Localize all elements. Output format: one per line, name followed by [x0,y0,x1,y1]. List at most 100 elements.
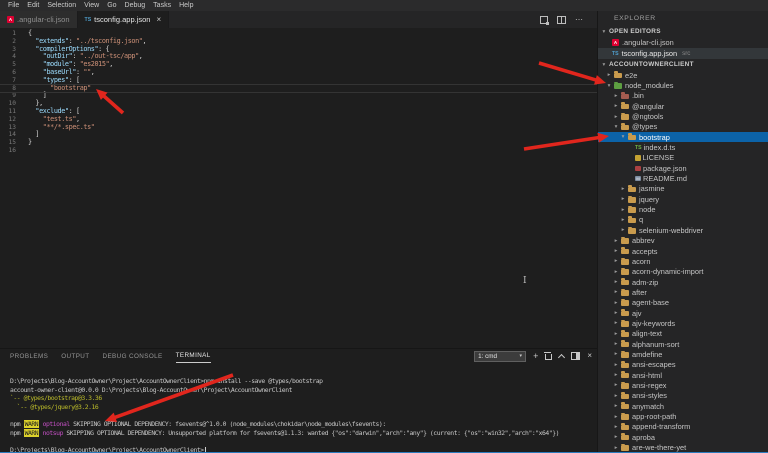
new-terminal-icon[interactable]: + [533,352,538,361]
open-editor-detail: src [682,50,690,57]
open-editor-angular-cli-json[interactable]: A.angular-cli.json [598,37,768,48]
terminal-line: npm WARN optional SKIPPING OPTIONAL DEPE… [10,420,597,429]
tree-item-label: append-transform [632,422,690,431]
code-line: 14 ] [0,131,597,139]
open-preview-icon[interactable] [540,16,548,24]
tree-item-package-json[interactable]: package.json [598,163,768,173]
menu-item-tasks[interactable]: Tasks [149,0,175,11]
tree-item-accepts[interactable]: ▸accepts [598,246,768,256]
tree-item-ansi-styles[interactable]: ▸ansi-styles [598,391,768,401]
tree-item-app-root-path[interactable]: ▸app-root-path [598,411,768,421]
tree-item-angular[interactable]: ▸@angular [598,101,768,111]
line-number: 10 [0,100,20,108]
tree-item-ajv-keywords[interactable]: ▸ajv-keywords [598,318,768,328]
panel-tab-debug-console[interactable]: DEBUG CONSOLE [103,350,163,363]
tree-item-abbrev[interactable]: ▸abbrev [598,236,768,246]
menu-item-go[interactable]: Go [103,0,120,11]
tree-item-license[interactable]: LICENSE [598,153,768,163]
split-editor-icon[interactable] [557,16,566,24]
tree-item-ansi-escapes[interactable]: ▸ansi-escapes [598,360,768,370]
tab-label: tsconfig.app.json [94,15,150,24]
terminal-line: account-owner-client@0.0.0 D:\Projects\B… [10,386,597,395]
chevron-down-icon: ▾ [601,29,607,35]
line-number: 4 [0,53,20,61]
kill-terminal-icon[interactable] [545,354,552,360]
chevron-right-icon: ▸ [613,424,619,430]
chevron-down-icon: ▾ [620,134,626,140]
tree-item-node[interactable]: ▸node [598,204,768,214]
tree-item-ansi-html[interactable]: ▸ansi-html [598,370,768,380]
tree-item-types[interactable]: ▾@types [598,122,768,132]
tree-item-adm-zip[interactable]: ▸adm-zip [598,277,768,287]
tab-tsconfig-app-json[interactable]: TStsconfig.app.json× [78,11,170,28]
tree-item-label: aproba [632,433,655,442]
folder-icon [628,197,636,203]
chevron-right-icon: ▸ [613,289,619,295]
tree-item-label: LICENSE [643,153,675,162]
folder-icon [621,404,629,410]
menu-item-file[interactable]: File [4,0,23,11]
code-line: 13 "**/*.spec.ts" [0,124,597,132]
tree-item-label: abbrev [632,236,655,245]
code-editor[interactable]: 1{2 "extends": "../tsconfig.json",3 "com… [0,28,597,348]
tree-item-ajv[interactable]: ▸ajv [598,308,768,318]
folder-icon [621,114,629,120]
tree-item-append-transform[interactable]: ▸ append-transform [598,422,768,432]
tree-item-ngtools[interactable]: ▸@ngtools [598,111,768,121]
tree-item-label: align-text [632,329,662,338]
folder-icon [628,218,636,224]
tree-item-selenium-webdriver[interactable]: ▸selenium-webdriver [598,225,768,235]
chevron-down-icon: ▾ [606,83,612,89]
tree-item-after[interactable]: ▸after [598,287,768,297]
terminal-picker[interactable]: 1: cmd ▾ [474,351,526,362]
tree-item-anymatch[interactable]: ▸anymatch [598,401,768,411]
menu-item-selection[interactable]: Selection [43,0,80,11]
tree-item-align-text[interactable]: ▸align-text [598,329,768,339]
project-root-header[interactable]: ▾ ACCOUNTOWNERCLIENT [598,59,768,70]
tree-item-alphanum-sort[interactable]: ▸alphanum-sort [598,339,768,349]
tree-item-label: jquery [639,195,659,204]
menu-item-help[interactable]: Help [175,0,197,11]
tree-item-jasmine[interactable]: ▸jasmine [598,184,768,194]
chevron-down-icon: ▾ [613,124,619,130]
tree-item-e2e[interactable]: ▸e2e [598,70,768,80]
tree-item-agent-base[interactable]: ▸agent-base [598,298,768,308]
tree-item-aproba[interactable]: ▸aproba [598,432,768,442]
chevron-right-icon: ▸ [620,227,626,233]
folder-icon [621,321,629,327]
panel-tab-problems[interactable]: PROBLEMS [10,350,48,363]
panel-tab-output[interactable]: OUTPUT [61,350,89,363]
line-number: 15 [0,139,20,147]
maximize-panel-icon[interactable] [558,353,565,360]
tree-item-acorn[interactable]: ▸acorn [598,256,768,266]
tree-item-bootstrap[interactable]: ▾bootstrap [598,132,768,142]
menu-item-edit[interactable]: Edit [23,0,43,11]
open-editor-tsconfig-app-json[interactable]: TStsconfig.app.jsonsrc [598,48,768,59]
tree-item-jquery[interactable]: ▸jquery [598,194,768,204]
panel-tab-terminal[interactable]: TERMINAL [176,349,211,363]
menu-item-debug[interactable]: Debug [121,0,150,11]
menu-item-view[interactable]: View [80,0,103,11]
tree-item-bin[interactable]: ▸.bin [598,91,768,101]
tree-item-index-d-ts[interactable]: TSindex.d.ts [598,142,768,152]
line-number: 1 [0,30,20,38]
folder-icon [628,187,636,193]
tree-item-readme-md[interactable]: MREADME.md [598,173,768,183]
move-panel-icon[interactable] [571,352,580,360]
terminal-output[interactable]: D:\Projects\Blog-AccountOwner\Project\Ac… [0,363,597,453]
close-panel-icon[interactable]: × [587,352,592,360]
tree-item-amdefine[interactable]: ▸amdefine [598,349,768,359]
tree-item-acorn-dynamic-import[interactable]: ▸acorn-dynamic-import [598,267,768,277]
tree-item-label: app-root-path [632,412,676,421]
tree-item-q[interactable]: ▸q [598,215,768,225]
close-icon[interactable]: × [156,16,161,24]
tab-angular-cli-json[interactable]: A.angular-cli.json [0,11,78,28]
folder-icon [628,135,636,141]
tree-item-node-modules[interactable]: ▾node_modules [598,80,768,90]
open-editors-header[interactable]: ▾ OPEN EDITORS [598,26,768,37]
more-actions-icon[interactable]: ⋯ [575,17,583,23]
code-line: 8 "bootstrap" [0,85,597,93]
chevron-right-icon: ▸ [613,248,619,254]
tree-item-ansi-regex[interactable]: ▸ansi-regex [598,380,768,390]
folder-icon [621,259,629,265]
